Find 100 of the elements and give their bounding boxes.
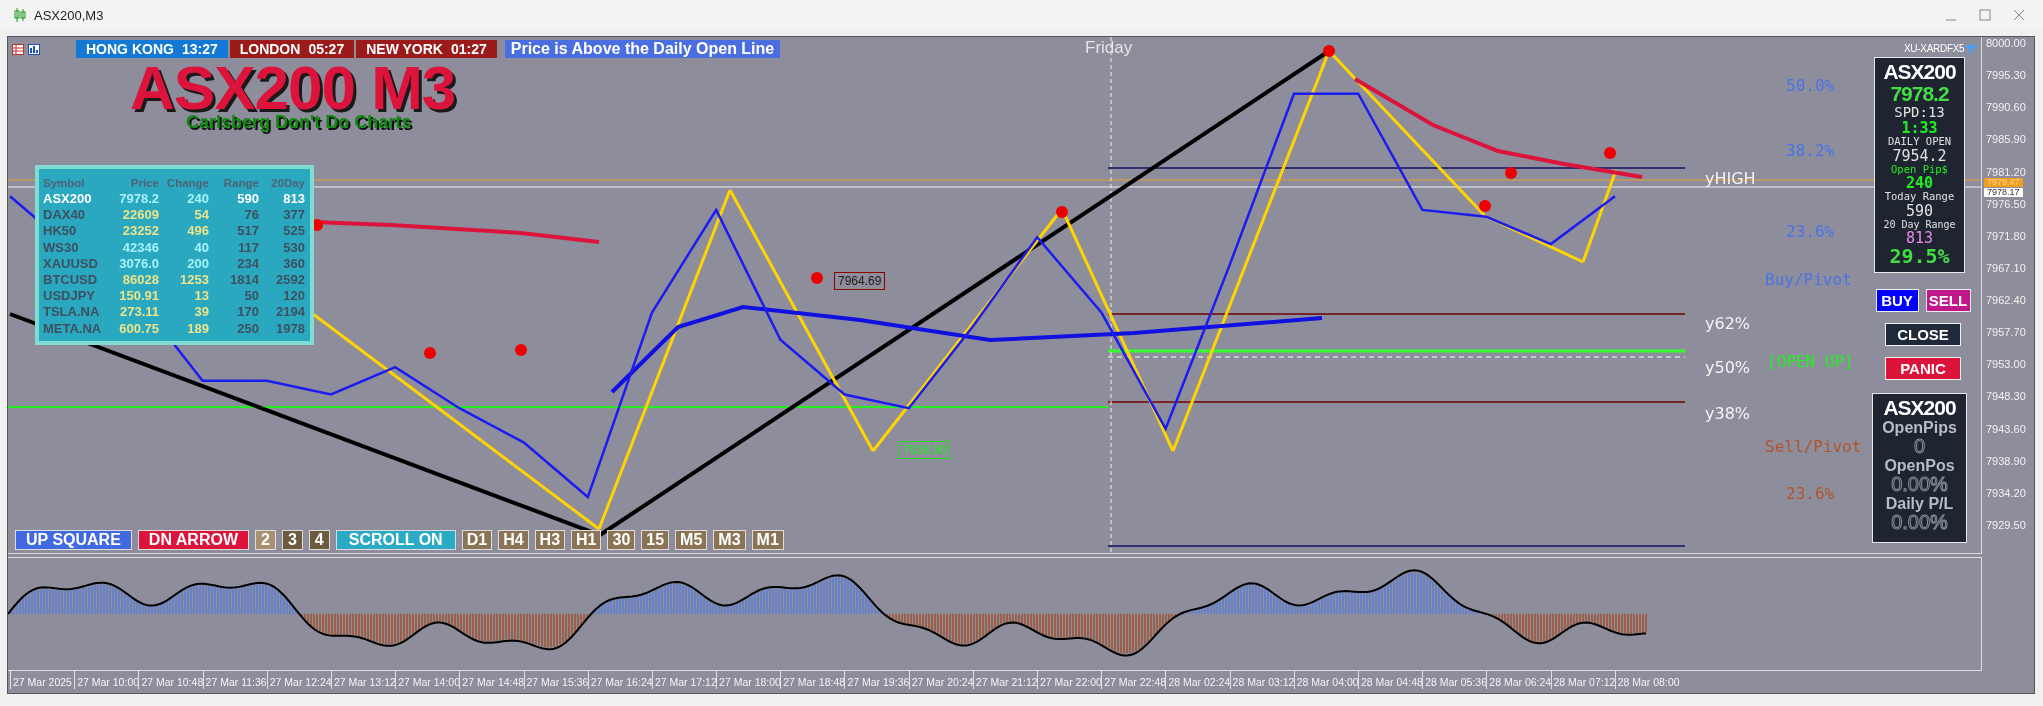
table-cell-text: 117 xyxy=(237,239,259,256)
signal-dot xyxy=(1505,167,1517,179)
table-cell-text: HK50 xyxy=(43,223,78,240)
table-cell-text: XAUUSD xyxy=(43,255,99,272)
timeframe-button[interactable]: H4 xyxy=(498,530,529,550)
table-cell-text: USDJPY xyxy=(43,288,97,305)
table-cell-text: 813 xyxy=(282,191,305,208)
time-tick: 27 Mar 18:48 xyxy=(780,671,845,689)
table-cell-text: 150.91 xyxy=(118,288,159,305)
table-cell-text: 590 xyxy=(236,191,259,208)
table-cell-text: 39 xyxy=(193,304,209,321)
timeframe-button[interactable]: H1 xyxy=(571,530,602,550)
table-cell-text: META.NA xyxy=(43,320,103,337)
price-tick: 7971.80 xyxy=(1986,229,2026,242)
timeframe-button[interactable]: D1 xyxy=(461,530,493,550)
table-cell-text: 86028 xyxy=(121,272,159,289)
window-title: ASX200,M3 xyxy=(34,7,105,23)
signal-dot xyxy=(1056,206,1068,218)
price-tick: 7943.60 xyxy=(1986,422,2026,435)
time-tick: 28 Mar 07:12 xyxy=(1550,671,1615,689)
table-cell-text: 1253 xyxy=(179,272,209,289)
count-button[interactable]: 3 xyxy=(281,530,303,550)
signal-dot xyxy=(424,347,436,359)
time-tick: 27 Mar 16:24 xyxy=(587,671,652,689)
price-tick: 7957.70 xyxy=(1986,326,2026,339)
time-tick: 27 Mar 20:24 xyxy=(908,671,973,689)
timeframe-button[interactable]: M1 xyxy=(751,530,784,550)
column-header: Symbol xyxy=(43,176,86,191)
count-button[interactable]: 4 xyxy=(308,530,330,550)
symbol-label: ASX200 xyxy=(1883,397,1956,419)
trade-button[interactable]: SELL xyxy=(1925,289,1971,312)
mode-button[interactable]: UP SQUARE xyxy=(15,530,132,550)
maximize-icon[interactable] xyxy=(1979,9,1991,21)
level-label: y62% xyxy=(1705,314,1751,334)
time-tick: 27 Mar 19:36 xyxy=(844,671,909,689)
day20-range-label: 20 Day Range xyxy=(1883,218,1956,230)
level-label: y50% xyxy=(1705,358,1751,378)
column-header: Range xyxy=(222,176,259,191)
table-cell-text: 2194 xyxy=(275,304,305,321)
table-cell-text: 40 xyxy=(193,239,209,256)
table-cell-text: 496 xyxy=(186,223,209,240)
scroll-button[interactable]: SCROLL ON xyxy=(335,530,456,550)
price-tag: 7938.90 xyxy=(899,441,951,459)
signal-dot xyxy=(1479,200,1491,212)
count-button[interactable]: 2 xyxy=(255,530,276,550)
time-tick: 28 Mar 03:12 xyxy=(1229,671,1294,689)
signal-dot xyxy=(1604,147,1616,159)
level-label: 23.6% xyxy=(1786,484,1835,504)
trade-button[interactable]: PANIC xyxy=(1885,357,1961,380)
time-tick: 28 Mar 02:24 xyxy=(1165,671,1230,689)
position-value: 0 xyxy=(1913,436,1926,457)
table-cell-text: ASX200 xyxy=(43,191,93,208)
time-tick: 27 Mar 14:00 xyxy=(395,671,460,689)
broker-label: XU-XARDFX5 xyxy=(1904,43,1965,54)
close-icon[interactable] xyxy=(2013,9,2025,21)
table-cell-text: 76 xyxy=(243,207,259,224)
daily-open-label: DAILY OPEN xyxy=(1887,136,1952,148)
table-cell-text: 360 xyxy=(282,255,305,272)
today-range-label: Today Range xyxy=(1884,191,1955,203)
table-cell-text: 517 xyxy=(236,223,259,240)
table-cell-text: 525 xyxy=(282,223,305,240)
time-tick: 28 Mar 05:36 xyxy=(1422,671,1487,689)
candlestick-icon xyxy=(14,8,26,22)
table-cell-text: 13 xyxy=(193,288,209,305)
city-label: NEW YORK xyxy=(366,41,443,57)
open-pips-label: Open Pip$ xyxy=(1891,163,1948,175)
level-label: y38% xyxy=(1705,404,1751,424)
table-cell-text: 273.11 xyxy=(118,304,159,321)
table-cell-text: 250 xyxy=(236,320,259,337)
table-cell-text: 23252 xyxy=(121,223,159,240)
price-tick: 8000.00 xyxy=(1986,37,2026,49)
mode-button[interactable]: DN ARROW xyxy=(137,530,249,550)
signal-dot xyxy=(515,344,527,356)
status-banner: Price is Above the Daily Open Line xyxy=(504,40,781,58)
trade-button[interactable]: BUY xyxy=(1875,289,1919,312)
price-tick: 7929.50 xyxy=(1986,518,2026,531)
trade-button[interactable]: CLOSE xyxy=(1885,323,1961,346)
table-cell-text: 120 xyxy=(282,288,305,305)
time-tick: 28 Mar 04:48 xyxy=(1357,671,1423,689)
column-header: 20Day xyxy=(270,176,305,191)
time-tick: 27 Mar 18:00 xyxy=(716,671,781,689)
table-cell-text: 22609 xyxy=(121,207,159,224)
time-tick: 27 Mar 12:24 xyxy=(266,671,331,689)
timeframe-button[interactable]: M5 xyxy=(675,530,708,550)
table-cell-text: 530 xyxy=(282,239,305,256)
table-cell-text: DAX40 xyxy=(43,207,86,224)
timeframe-button[interactable]: 30 xyxy=(607,530,636,550)
timeframe-button[interactable]: H3 xyxy=(534,530,566,550)
chart-subtitle: Carlsberg Don't Do Charts xyxy=(186,112,412,133)
table-cell-text: TSLA.NA xyxy=(43,304,101,321)
table-icon[interactable] xyxy=(12,43,24,55)
time-tick: 27 Mar 22:00 xyxy=(1037,671,1102,689)
table-cell-text: 7978.2 xyxy=(118,191,159,208)
chart-icon[interactable] xyxy=(28,43,40,55)
time-label: 01:27 xyxy=(450,41,487,57)
timeframe-button[interactable]: 15 xyxy=(641,530,670,550)
timeframe-button[interactable]: M3 xyxy=(713,530,746,550)
day20-range-value: 813 xyxy=(1905,229,1934,246)
table-cell-text: 234 xyxy=(236,255,259,272)
table-cell-text: 50 xyxy=(243,288,259,305)
